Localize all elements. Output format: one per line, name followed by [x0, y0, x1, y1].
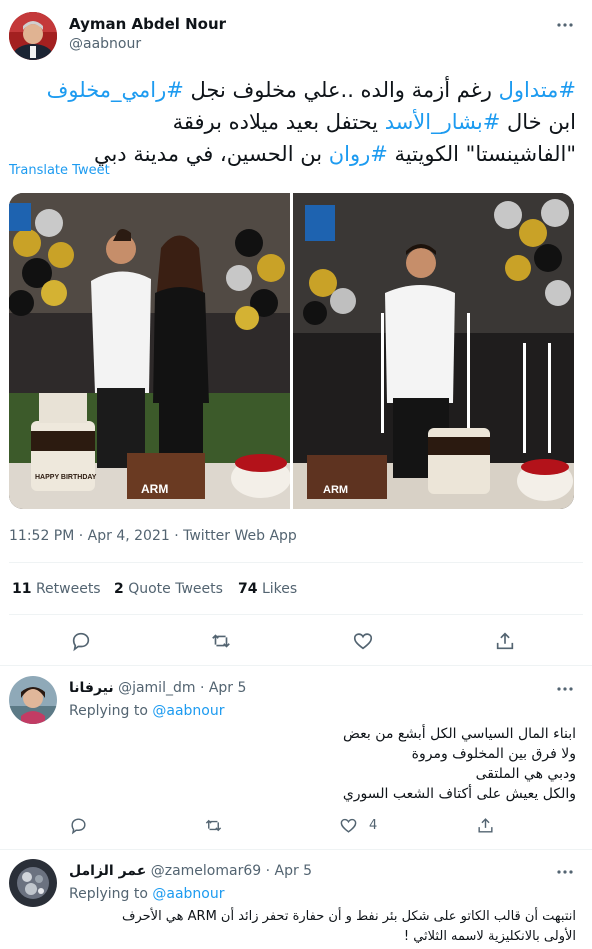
replying-to: Replying to @aabnour — [69, 703, 225, 719]
translate-tweet-link[interactable]: Translate Tweet — [9, 163, 110, 178]
reply-avatar[interactable] — [9, 676, 57, 724]
likes-count: 74 — [238, 581, 258, 597]
retweet-icon[interactable] — [210, 630, 232, 652]
tweet-text-segment: "الفاشينستا" الكويتية — [387, 142, 576, 166]
replying-to-link[interactable]: @aabnour — [152, 703, 224, 719]
reply-author-handle[interactable]: @jamil_dm · Apr 5 — [118, 680, 246, 696]
divider — [0, 665, 592, 666]
replying-to-prefix: Replying to — [69, 886, 153, 902]
reply-text-line: ولا فرق بين المخلوف ومروة — [411, 746, 576, 762]
divider — [0, 849, 592, 850]
reply-icon[interactable] — [70, 630, 92, 652]
hashtag-link[interactable]: #بشار_الأسد — [385, 110, 501, 134]
reply-text: ابناء المال السياسي الكل أبشع من بعض ولا… — [76, 724, 576, 804]
author-handle[interactable]: @aabnour — [69, 36, 141, 52]
reply-author-name[interactable]: نيرفانا — [69, 680, 114, 696]
tweet-line-1: #متداول رغم أزمة والده ..علي مخلوف نجل #… — [6, 74, 576, 106]
retweets-label: Retweets — [35, 581, 101, 597]
tweet-media[interactable]: ARM HAPPY BIRTHDAY ARM — [9, 193, 574, 509]
reply-header: نيرفانا @jamil_dm · Apr 5 — [69, 680, 246, 696]
likes-label: Likes — [261, 581, 298, 597]
reply-text-line: ابناء المال السياسي الكل أبشع من بعض — [343, 726, 576, 742]
tweet-timestamp[interactable]: 11:52 PM · Apr 4, 2021 · Twitter Web App — [9, 528, 297, 544]
replying-to-prefix: Replying to — [69, 703, 153, 719]
hashtag-link[interactable]: #متداول — [499, 78, 576, 102]
divider — [9, 562, 583, 563]
birthday-label: HAPPY BIRTHDAY — [35, 474, 97, 481]
reply-like-icon[interactable] — [339, 816, 358, 835]
like-icon[interactable] — [352, 630, 374, 652]
tweet-text-segment: يحتفل بعيد ميلاده برفقة — [172, 110, 385, 134]
reply-avatar[interactable] — [9, 859, 57, 907]
author-avatar[interactable] — [9, 12, 57, 60]
retweets-count: 11 — [12, 581, 32, 597]
tweet-line-2: ابن خال #بشار_الأسد يحتفل بعيد ميلاده بر… — [6, 106, 576, 138]
cake-label: ARM — [141, 482, 168, 496]
replying-to-link[interactable]: @aabnour — [152, 886, 224, 902]
reply-text-line: والكل يعيش على أكتاف الشعب السوري — [342, 786, 576, 802]
reply-author-name[interactable]: عمر الزامل — [69, 863, 146, 879]
cake-label: ARM — [323, 484, 348, 496]
reply-more-options-icon[interactable] — [556, 863, 574, 881]
reply-reply-icon[interactable] — [69, 816, 88, 835]
author-name[interactable]: Ayman Abdel Nour — [69, 15, 226, 33]
more-options-icon[interactable] — [556, 16, 574, 34]
tweet-text-segment: بن الحسين، في مدينة دبي — [93, 142, 329, 166]
replying-to: Replying to @aabnour — [69, 886, 225, 902]
reply-share-icon[interactable] — [476, 816, 495, 835]
tweet-photo-1[interactable]: ARM HAPPY BIRTHDAY — [9, 193, 290, 509]
divider — [9, 614, 583, 615]
reply-retweet-icon[interactable] — [204, 816, 223, 835]
tweet-photo-2[interactable]: ARM — [293, 193, 574, 509]
reply-text-line: انتبهت أن قالب الكاتو على شكل بئر نفط و … — [121, 909, 576, 924]
reply-likes-count: 4 — [369, 818, 378, 833]
hashtag-link[interactable]: #روان — [329, 142, 388, 166]
quote-tweets-label: Quote Tweets — [128, 581, 223, 597]
reply-author-handle[interactable]: @zamelomar69 · Apr 5 — [151, 863, 312, 879]
tweet-text-segment: ابن خال — [500, 110, 576, 134]
hashtag-link[interactable]: #رامي_مخلوف — [47, 78, 184, 102]
reply-header: عمر الزامل @zamelomar69 · Apr 5 — [69, 863, 312, 879]
quote-tweets-count: 2 — [114, 581, 124, 597]
tweet-text-segment: رغم أزمة والده ..علي مخلوف نجل — [183, 78, 499, 102]
reply-text-line: ودبي هي الملتقى — [475, 766, 576, 782]
retweets-stat[interactable]: 11 Retweets — [12, 581, 101, 597]
reply-more-options-icon[interactable] — [556, 680, 574, 698]
likes-stat[interactable]: 74 Likes — [238, 581, 297, 597]
reply-text-line: الأولى بالانكليزية لاسمه الثلاثي ! — [403, 929, 576, 944]
tweet-text: #متداول رغم أزمة والده ..علي مخلوف نجل #… — [6, 74, 576, 170]
share-icon[interactable] — [494, 630, 516, 652]
reply-text: انتبهت أن قالب الكاتو على شكل بئر نفط و … — [56, 907, 576, 947]
quote-tweets-stat[interactable]: 2 Quote Tweets — [114, 581, 223, 597]
